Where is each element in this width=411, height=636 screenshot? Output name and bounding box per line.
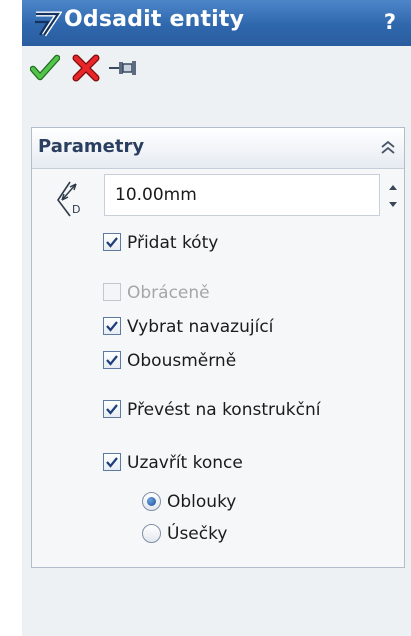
group-header[interactable]: Parametry xyxy=(32,128,404,169)
help-button[interactable]: ? xyxy=(379,7,401,37)
cancel-button[interactable] xyxy=(71,54,101,82)
checkbox-box[interactable] xyxy=(103,317,121,335)
svg-text:D: D xyxy=(72,203,80,216)
parameters-group: Parametry D Přidat kóty Obráceně xyxy=(31,127,405,568)
radio-circle[interactable] xyxy=(142,524,161,543)
action-toolbar xyxy=(22,46,411,90)
checkbox-box[interactable] xyxy=(103,400,121,418)
ok-button[interactable] xyxy=(30,54,60,82)
checkbox-box[interactable] xyxy=(103,233,121,251)
check-mark-icon xyxy=(106,404,118,415)
offset-entities-icon xyxy=(35,11,62,37)
construction-label: Převést na konstrukční xyxy=(127,400,321,420)
double-chevron-up-icon[interactable] xyxy=(378,138,398,158)
check-mark-icon xyxy=(106,237,118,248)
lines-label: Úsečky xyxy=(167,524,228,544)
property-manager-panel: Odsadit entity ? Parametry D 10.00mm Při… xyxy=(22,0,411,636)
bidirectional-label: Obousměrně xyxy=(127,351,237,371)
checkbox-box[interactable] xyxy=(103,351,121,369)
check-mark-icon xyxy=(106,321,118,332)
radio-circle[interactable] xyxy=(142,492,161,511)
pushpin-button[interactable] xyxy=(108,54,138,82)
radio-selected-dot xyxy=(147,497,156,506)
arcs-label: Oblouky xyxy=(167,492,237,512)
distance-input[interactable] xyxy=(104,174,380,216)
check-mark-icon xyxy=(106,457,118,468)
offset-distance-icon: D xyxy=(57,181,80,217)
checkbox-box[interactable] xyxy=(103,283,121,301)
spin-buttons[interactable] xyxy=(384,176,402,216)
panel-title: Odsadit entity xyxy=(64,7,245,32)
check-mark-icon xyxy=(106,355,118,366)
reverse-label: Obráceně xyxy=(127,283,210,303)
add-dimensions-label: Přidat kóty xyxy=(127,233,219,253)
select-chain-label: Vybrat navazující xyxy=(127,317,274,337)
checkbox-box[interactable] xyxy=(103,453,121,471)
group-title: Parametry xyxy=(38,136,145,157)
cap-ends-label: Uzavřít konce xyxy=(127,453,243,473)
title-bar: Odsadit entity ? xyxy=(22,0,411,46)
